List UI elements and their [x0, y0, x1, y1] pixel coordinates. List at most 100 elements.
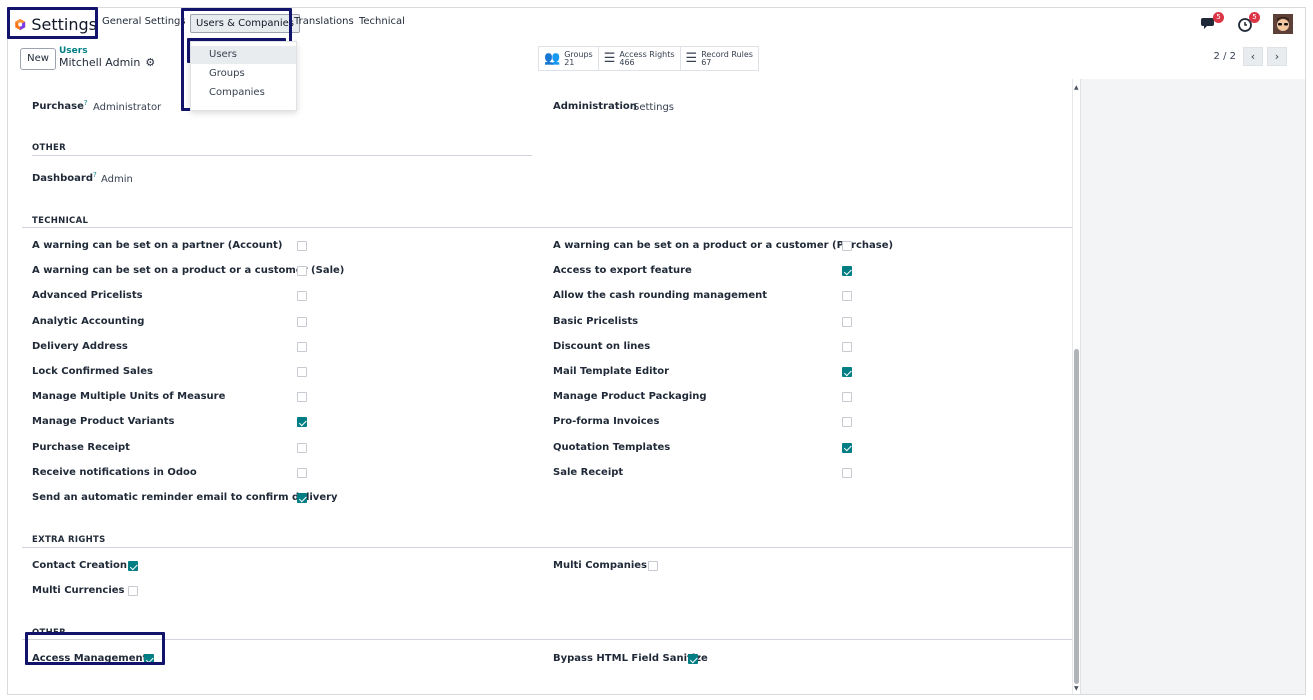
section-divider [32, 155, 532, 156]
help-icon[interactable]: ? [84, 99, 88, 107]
menu-users-companies[interactable]: Users & Companies [190, 14, 300, 33]
multi-companies-checkbox[interactable] [648, 561, 658, 571]
technical-left-item-label: Manage Product Variants [32, 416, 175, 428]
technical-right-item-label: Pro-forma Invoices [553, 416, 660, 428]
dropdown-item-companies[interactable]: Companies [191, 85, 296, 101]
section-other-title: OTHER [32, 143, 66, 153]
access-management-label: Access Management [32, 653, 148, 664]
multi-currencies-checkbox[interactable] [128, 586, 138, 596]
contact-creation-checkbox[interactable] [128, 561, 138, 571]
app-title: Settings [31, 14, 97, 34]
scroll-up-icon[interactable]: ▲ [1074, 84, 1079, 91]
section-divider [22, 639, 1072, 640]
technical-left-item-label: Lock Confirmed Sales [32, 366, 153, 377]
section-divider [22, 547, 1072, 548]
pager-value[interactable]: 2 / 2 [1214, 51, 1236, 62]
multi-currencies-label: Multi Currencies [32, 585, 125, 596]
stat-access-rights-value: 466 [619, 57, 635, 67]
users-icon: 👥 [544, 51, 561, 66]
multi-companies-label: Multi Companies [553, 560, 648, 571]
technical-left-item-checkbox[interactable] [297, 417, 307, 428]
messages-badge: 5 [1213, 12, 1224, 23]
technical-right-item-checkbox[interactable] [842, 467, 852, 478]
stat-access-rights-button[interactable]: ☰ Access Rights 466 [599, 47, 681, 70]
section-technical-title: TECHNICAL [32, 216, 89, 226]
administration-value[interactable]: Settings [633, 102, 674, 113]
stat-buttons: 👥 Groups 21 ☰ Access Rights 466 ☰ Record… [538, 46, 759, 71]
menu-translations[interactable]: Translations [294, 16, 354, 27]
contact-creation-label: Contact Creation [32, 560, 128, 571]
technical-left-item-label: A warning can be set on a partner (Accou… [32, 240, 283, 251]
menu-general-settings[interactable]: General Settings [102, 16, 186, 27]
breadcrumb-users[interactable]: Users [59, 46, 88, 56]
technical-right-item-checkbox[interactable] [842, 392, 852, 403]
technical-left-item-checkbox[interactable] [297, 442, 307, 453]
activities-badge: 5 [1249, 12, 1260, 23]
technical-right-item-checkbox[interactable] [842, 266, 852, 277]
user-avatar[interactable] [1273, 14, 1293, 34]
messages-button[interactable]: 5 [1201, 12, 1224, 32]
stat-access-rights-text: Access Rights 466 [619, 50, 674, 67]
app-brand[interactable]: Settings [10, 11, 97, 37]
technical-right-item-label: Manage Product Packaging [553, 391, 707, 403]
scroll-down-icon[interactable]: ▼ [1074, 685, 1079, 692]
technical-right-item-checkbox[interactable] [842, 291, 852, 302]
dashboard-value[interactable]: Admin [101, 174, 133, 185]
record-title: Mitchell Admin ⚙ [59, 56, 155, 69]
gear-icon[interactable]: ⚙ [145, 56, 155, 69]
technical-left-item-checkbox[interactable] [297, 341, 307, 352]
technical-left-item-label: Manage Multiple Units of Measure [32, 391, 226, 403]
technical-left-item-checkbox[interactable] [297, 241, 307, 251]
purchase-label: Purchase? [32, 99, 88, 112]
odoo-logo-icon [15, 18, 26, 30]
section-divider [22, 227, 1072, 228]
technical-left-item-checkbox[interactable] [297, 467, 307, 478]
pager-previous-button[interactable]: ‹ [1243, 47, 1263, 66]
users-companies-dropdown: Users Groups Companies [190, 41, 297, 111]
dropdown-item-users[interactable]: Users [191, 46, 296, 64]
technical-left-item-checkbox[interactable] [297, 392, 307, 403]
activities-button[interactable]: 5 [1237, 12, 1260, 32]
technical-left-item-checkbox[interactable] [297, 316, 307, 327]
technical-right-item-label: Access to export feature [553, 265, 692, 277]
technical-left-item-checkbox[interactable] [297, 367, 307, 377]
technical-right-item-checkbox[interactable] [842, 417, 852, 428]
administration-label: Administration [553, 101, 637, 112]
list-icon: ☰ [603, 51, 616, 66]
stat-groups-button[interactable]: 👥 Groups 21 [539, 47, 599, 70]
avatar-face-icon [1273, 14, 1293, 34]
technical-right-item-label: Basic Pricelists [553, 315, 639, 327]
list-icon: ☰ [685, 51, 698, 66]
technical-left-item-label: Send an automatic reminder email to conf… [32, 492, 338, 503]
form-scrollbar[interactable]: ▲ ▼ [1072, 79, 1080, 694]
technical-left-item-label: Receive notifications in Odoo [32, 466, 197, 478]
technical-right-item-checkbox[interactable] [842, 442, 852, 453]
access-management-checkbox[interactable] [144, 654, 154, 664]
technical-left-item-label: Analytic Accounting [32, 315, 145, 327]
technical-right-item-checkbox[interactable] [842, 241, 852, 251]
stat-record-rules-button[interactable]: ☰ Record Rules 67 [681, 47, 758, 70]
help-icon[interactable]: ? [93, 171, 97, 179]
technical-left-item-checkbox[interactable] [297, 291, 307, 302]
bypass-html-checkbox[interactable] [688, 654, 698, 664]
record-name: Mitchell Admin [59, 56, 141, 69]
pager: 2 / 2 ‹ › [1214, 47, 1287, 66]
technical-right-item-label: Quotation Templates [553, 441, 671, 453]
bypass-html-label: Bypass HTML Field Sanitize [553, 653, 708, 664]
scroll-thumb[interactable] [1074, 349, 1079, 684]
top-navbar: Settings General Settings Users & Compan… [8, 8, 1305, 40]
purchase-value[interactable]: Administrator [93, 102, 161, 113]
technical-left-item-checkbox[interactable] [297, 266, 307, 277]
pager-next-button[interactable]: › [1267, 47, 1287, 66]
technical-right-item-checkbox[interactable] [842, 367, 852, 377]
stat-record-rules-text: Record Rules 67 [701, 50, 753, 67]
technical-right-item-checkbox[interactable] [842, 316, 852, 327]
dropdown-item-groups[interactable]: Groups [191, 66, 296, 82]
systray: 5 5 [1201, 12, 1293, 34]
technical-left-item-label: Delivery Address [32, 340, 128, 352]
technical-right-item-checkbox[interactable] [842, 341, 852, 352]
new-button[interactable]: New [20, 48, 56, 70]
technical-left-item-checkbox[interactable] [297, 493, 307, 503]
stat-groups-value: 21 [564, 57, 575, 67]
menu-technical[interactable]: Technical [359, 16, 405, 27]
